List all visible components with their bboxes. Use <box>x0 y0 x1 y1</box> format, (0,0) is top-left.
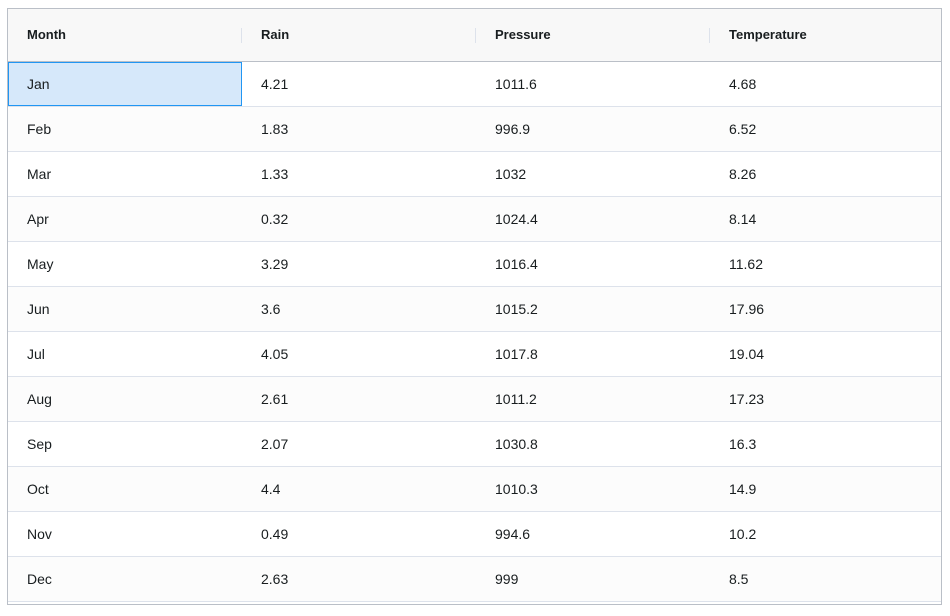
cell-month[interactable]: Jun <box>8 287 242 331</box>
table-row[interactable]: Jan 4.21 1011.6 4.68 <box>8 62 941 107</box>
table-row[interactable]: Apr 0.32 1024.4 8.14 <box>8 197 941 242</box>
cell-pressure[interactable]: 996.9 <box>476 107 710 151</box>
cell-rain[interactable]: 3.29 <box>242 242 476 286</box>
cell-temperature[interactable]: 8.5 <box>710 557 941 601</box>
table-row[interactable]: Dec 2.63 999 8.5 <box>8 557 941 602</box>
table-row[interactable]: Oct 4.4 1010.3 14.9 <box>8 467 941 512</box>
cell-pressure[interactable]: 1015.2 <box>476 287 710 331</box>
cell-temperature[interactable]: 11.62 <box>710 242 941 286</box>
cell-temperature[interactable]: 19.04 <box>710 332 941 376</box>
cell-pressure[interactable]: 1032 <box>476 152 710 196</box>
cell-temperature[interactable]: 6.52 <box>710 107 941 151</box>
cell-month[interactable]: Dec <box>8 557 242 601</box>
cell-temperature[interactable]: 8.26 <box>710 152 941 196</box>
column-header-temperature[interactable]: Temperature <box>710 9 941 61</box>
cell-pressure[interactable]: 1017.8 <box>476 332 710 376</box>
cell-month[interactable]: Oct <box>8 467 242 511</box>
cell-month[interactable]: Sep <box>8 422 242 466</box>
cell-pressure[interactable]: 1030.8 <box>476 422 710 466</box>
table-row[interactable]: Jun 3.6 1015.2 17.96 <box>8 287 941 332</box>
column-header-pressure[interactable]: Pressure <box>476 9 710 61</box>
cell-rain[interactable]: 2.61 <box>242 377 476 421</box>
cell-temperature[interactable]: 17.96 <box>710 287 941 331</box>
cell-month[interactable]: Mar <box>8 152 242 196</box>
cell-month[interactable]: Feb <box>8 107 242 151</box>
column-header-month[interactable]: Month <box>8 9 242 61</box>
data-grid: Month Rain Pressure Temperature Jan 4.21 1… <box>7 8 942 605</box>
grid-header: Month Rain Pressure Temperature <box>8 9 941 62</box>
cell-month[interactable]: Jul <box>8 332 242 376</box>
column-header-rain[interactable]: Rain <box>242 9 476 61</box>
cell-pressure[interactable]: 1016.4 <box>476 242 710 286</box>
cell-rain[interactable]: 3.6 <box>242 287 476 331</box>
table-row[interactable]: Mar 1.33 1032 8.26 <box>8 152 941 197</box>
cell-rain[interactable]: 0.32 <box>242 197 476 241</box>
cell-rain[interactable]: 2.63 <box>242 557 476 601</box>
cell-temperature[interactable]: 14.9 <box>710 467 941 511</box>
cell-month[interactable]: Aug <box>8 377 242 421</box>
cell-pressure[interactable]: 1010.3 <box>476 467 710 511</box>
cell-rain[interactable]: 4.05 <box>242 332 476 376</box>
cell-temperature[interactable]: 16.3 <box>710 422 941 466</box>
cell-month[interactable]: Apr <box>8 197 242 241</box>
cell-month[interactable]: Jan <box>8 62 242 106</box>
cell-temperature[interactable]: 17.23 <box>710 377 941 421</box>
cell-temperature[interactable]: 10.2 <box>710 512 941 556</box>
cell-rain[interactable]: 0.49 <box>242 512 476 556</box>
cell-temperature[interactable]: 8.14 <box>710 197 941 241</box>
cell-rain[interactable]: 1.83 <box>242 107 476 151</box>
cell-pressure[interactable]: 999 <box>476 557 710 601</box>
cell-temperature[interactable]: 4.68 <box>710 62 941 106</box>
cell-rain[interactable]: 4.21 <box>242 62 476 106</box>
cell-pressure[interactable]: 1011.6 <box>476 62 710 106</box>
cell-month[interactable]: May <box>8 242 242 286</box>
table-row[interactable]: Nov 0.49 994.6 10.2 <box>8 512 941 557</box>
cell-pressure[interactable]: 994.6 <box>476 512 710 556</box>
table-row[interactable]: Jul 4.05 1017.8 19.04 <box>8 332 941 377</box>
table-row[interactable]: Aug 2.61 1011.2 17.23 <box>8 377 941 422</box>
cell-rain[interactable]: 4.4 <box>242 467 476 511</box>
table-row[interactable]: Sep 2.07 1030.8 16.3 <box>8 422 941 467</box>
cell-rain[interactable]: 2.07 <box>242 422 476 466</box>
cell-month[interactable]: Nov <box>8 512 242 556</box>
cell-pressure[interactable]: 1024.4 <box>476 197 710 241</box>
table-row[interactable]: Feb 1.83 996.9 6.52 <box>8 107 941 152</box>
cell-pressure[interactable]: 1011.2 <box>476 377 710 421</box>
cell-rain[interactable]: 1.33 <box>242 152 476 196</box>
table-row[interactable]: May 3.29 1016.4 11.62 <box>8 242 941 287</box>
